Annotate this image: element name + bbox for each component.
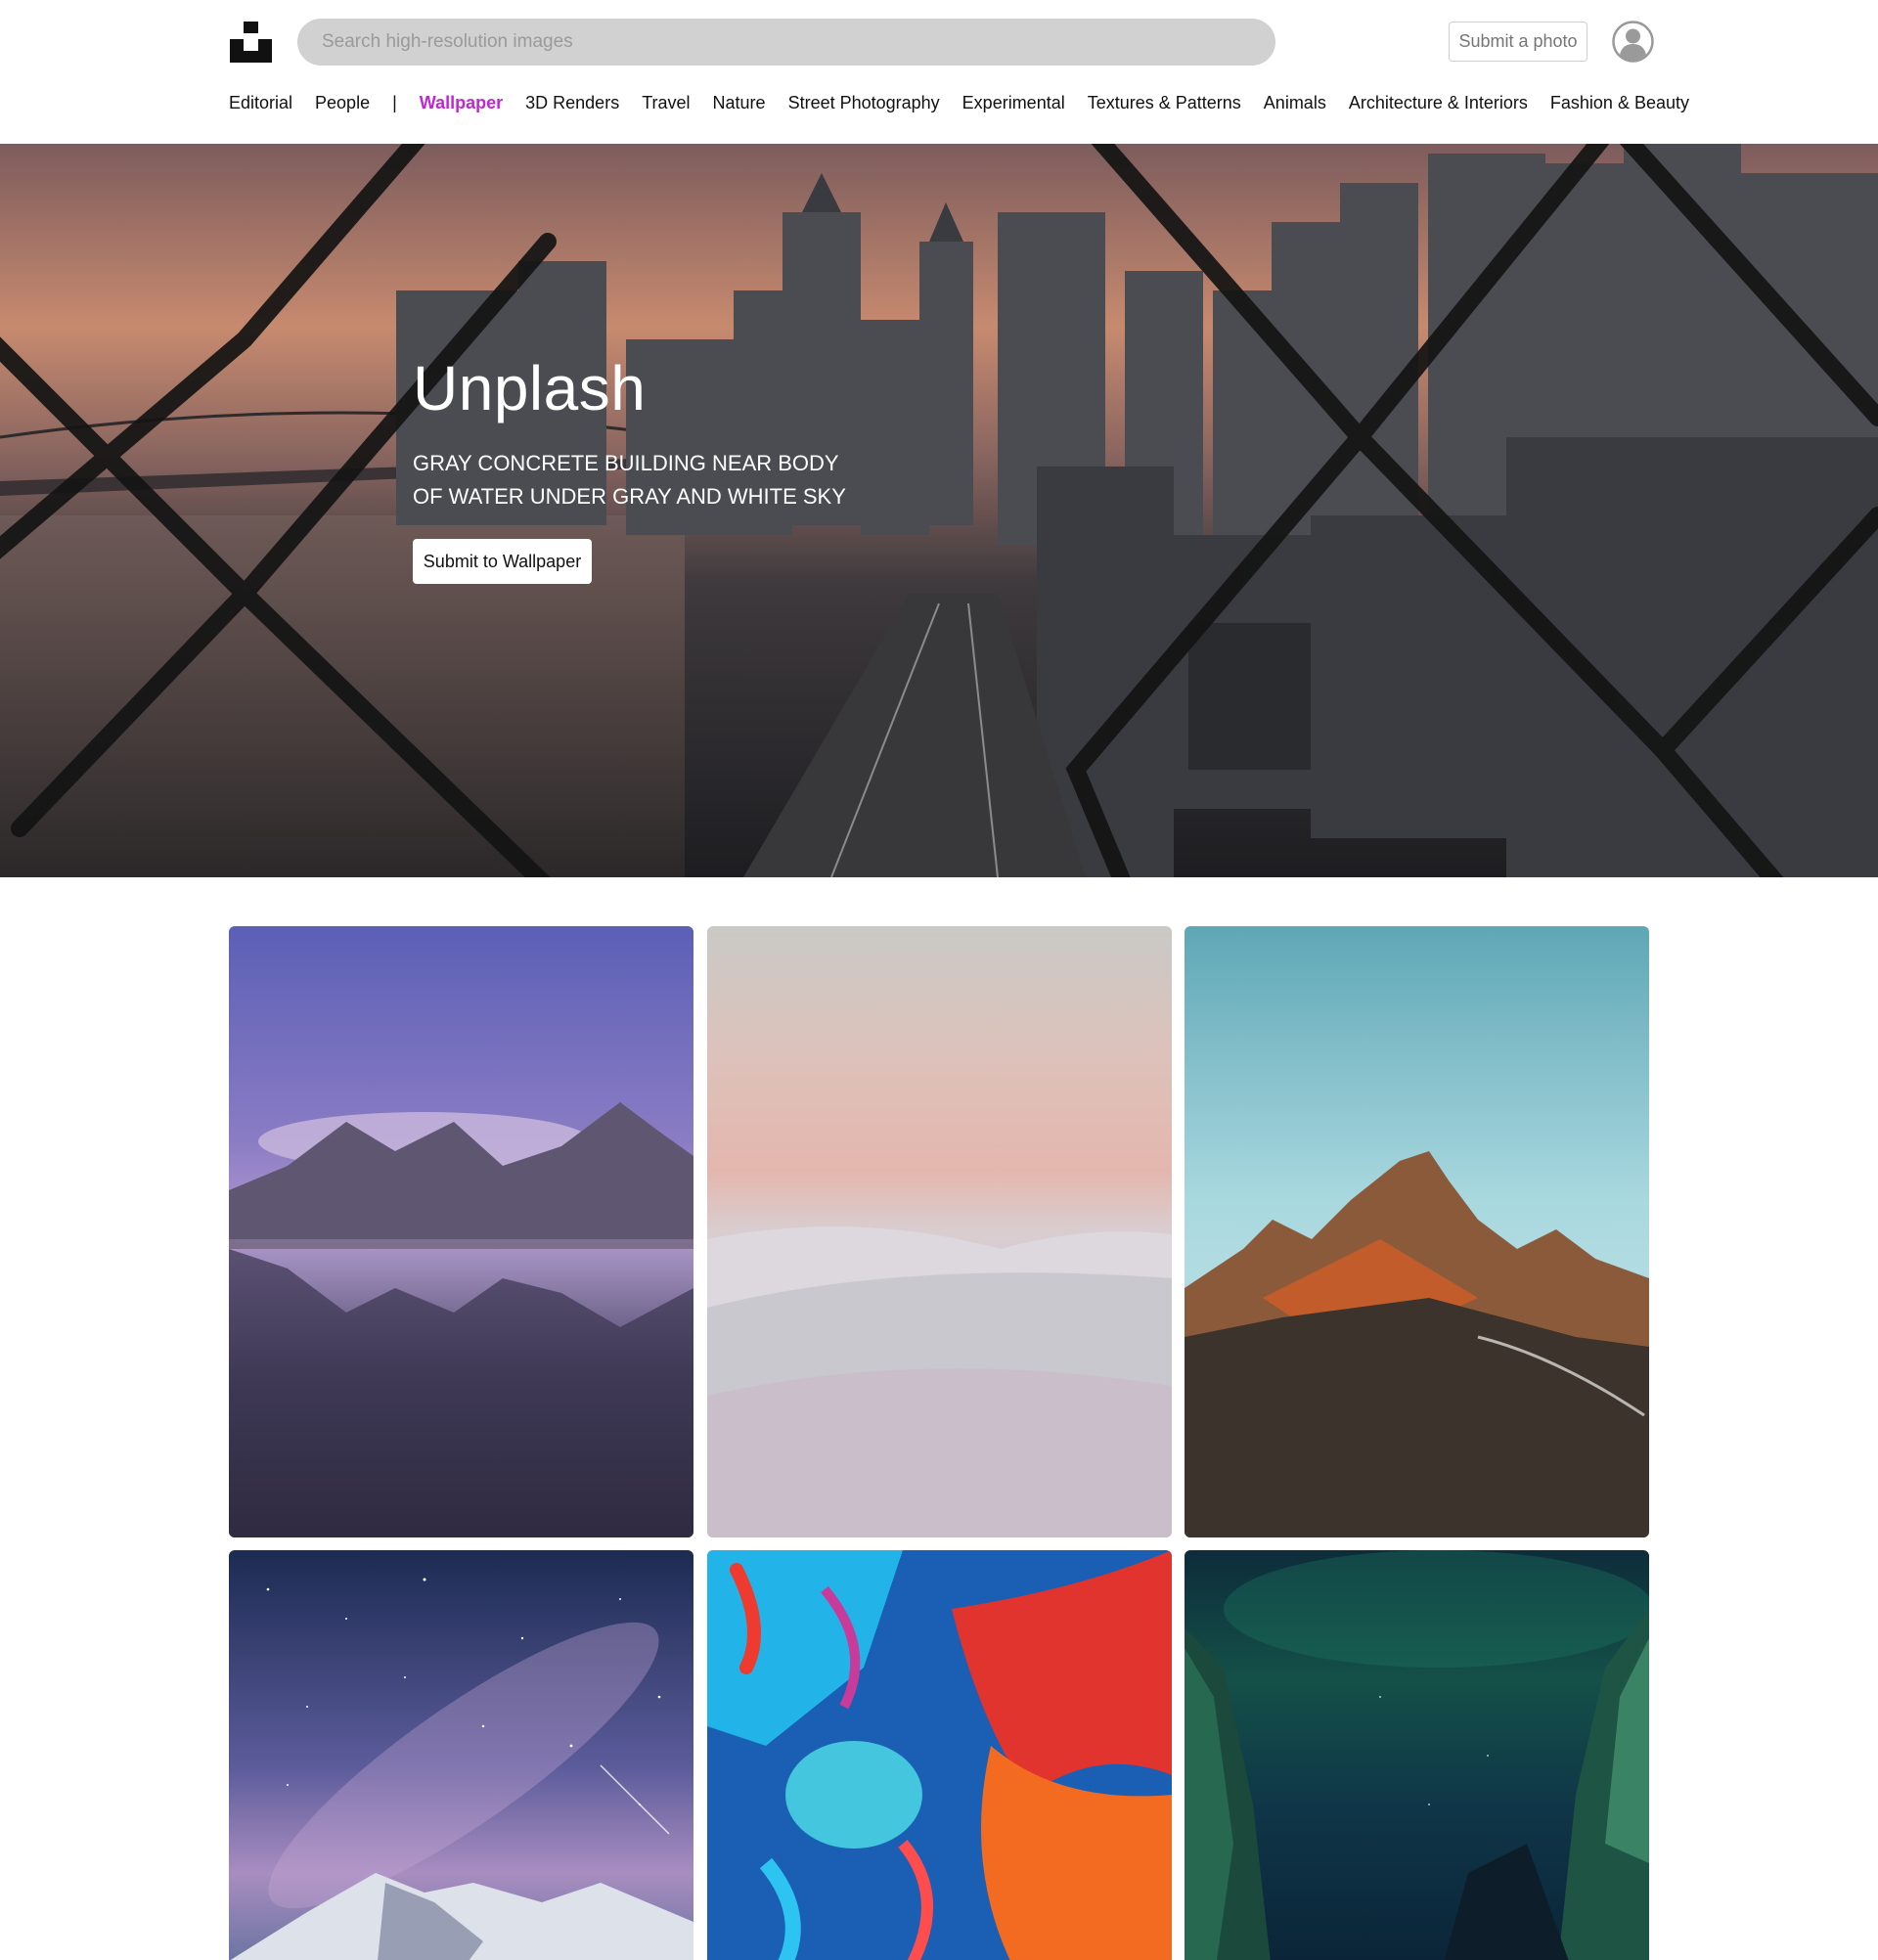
- photo-tile[interactable]: [707, 1550, 1172, 1960]
- nav-item-fashion-beauty[interactable]: Fashion & Beauty: [1550, 93, 1689, 113]
- nav-item-wallpaper[interactable]: Wallpaper: [420, 93, 503, 113]
- nav-item-3d-renders[interactable]: 3D Renders: [525, 93, 619, 113]
- photo-tile[interactable]: [1185, 1550, 1649, 1960]
- photo-tile[interactable]: [229, 1550, 693, 1960]
- submit-to-wallpaper-button[interactable]: Submit to Wallpaper: [413, 539, 592, 584]
- nav-separator: |: [392, 92, 397, 112]
- category-nav: Editorial People | Wallpaper 3D Renders …: [229, 90, 1712, 115]
- user-avatar-icon[interactable]: [1612, 21, 1654, 63]
- nav-item-people[interactable]: People: [315, 93, 370, 113]
- submit-photo-button[interactable]: Submit a photo: [1449, 22, 1587, 62]
- photo-aurora-cliffs: [1185, 1550, 1649, 1960]
- photo-ink-smoke: [707, 1550, 1172, 1960]
- photo-tile[interactable]: [1185, 926, 1649, 1537]
- top-header: Submit a photo Editorial People | Wallpa…: [0, 0, 1878, 144]
- photo-mountain-lake: [229, 926, 693, 1537]
- hero-banner: Unplash GRAY CONCRETE BUILDING NEAR BODY…: [0, 144, 1878, 877]
- photo-mountain-peak: [1185, 926, 1649, 1537]
- search-bar[interactable]: [297, 19, 1275, 66]
- nav-item-street-photography[interactable]: Street Photography: [788, 93, 940, 113]
- hero-title: Unplash: [413, 353, 647, 423]
- nav-item-nature[interactable]: Nature: [713, 93, 766, 113]
- nav-item-experimental[interactable]: Experimental: [962, 93, 1065, 113]
- nav-item-editorial[interactable]: Editorial: [229, 93, 292, 113]
- photo-desert-dunes: [707, 926, 1172, 1537]
- hero-subtitle: GRAY CONCRETE BUILDING NEAR BODY OF WATE…: [413, 451, 846, 509]
- nav-item-textures-patterns[interactable]: Textures & Patterns: [1088, 93, 1241, 113]
- hero-city-image: [0, 144, 1878, 877]
- nav-item-architecture-interiors[interactable]: Architecture & Interiors: [1349, 93, 1528, 113]
- nav-item-animals[interactable]: Animals: [1264, 93, 1326, 113]
- photo-tile[interactable]: [707, 926, 1172, 1537]
- nav-item-travel[interactable]: Travel: [642, 93, 690, 113]
- search-input[interactable]: [322, 31, 1275, 53]
- photo-tile[interactable]: [229, 926, 693, 1537]
- photo-starry-mountain: [229, 1550, 693, 1960]
- unsplash-logo-icon[interactable]: [230, 22, 272, 63]
